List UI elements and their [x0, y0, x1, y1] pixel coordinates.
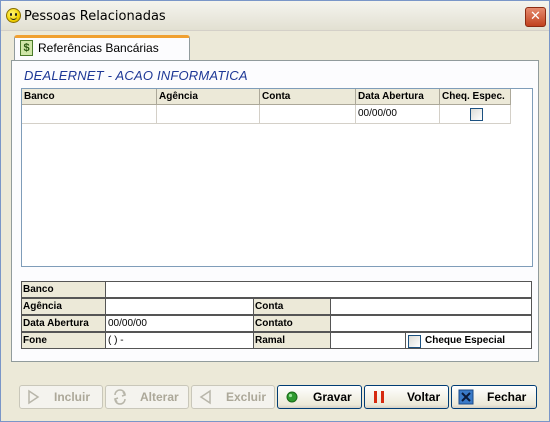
column-header-banco[interactable]: Banco	[22, 89, 157, 105]
close-x-icon	[458, 389, 474, 405]
row-data-contato: Data Abertura 00/00/00 Contato	[21, 315, 532, 332]
tab-label: Referências Bancárias	[38, 41, 159, 55]
agencia-label: Agência	[21, 298, 106, 315]
excluir-button[interactable]: Excluir	[191, 385, 275, 409]
cell-cheq-espec[interactable]	[440, 105, 511, 124]
cheque-especial-box: Cheque Especial	[405, 332, 532, 349]
ramal-label: Ramal	[253, 332, 331, 349]
pause-icon	[374, 391, 384, 403]
smiley-icon	[6, 8, 21, 23]
fone-field[interactable]: ( ) -	[105, 332, 254, 349]
table-row[interactable]: 00/00/00	[22, 105, 511, 124]
cell-banco[interactable]	[22, 105, 157, 124]
data-abertura-label: Data Abertura	[21, 315, 106, 332]
conta-label: Conta	[253, 298, 331, 315]
row-fone-ramal: Fone ( ) - Ramal Cheque Especial	[21, 332, 532, 349]
alterar-label: Alterar	[140, 390, 179, 404]
tab-referencias-bancarias[interactable]: $ Referências Bancárias	[14, 35, 190, 61]
cheque-especial-label: Cheque Especial	[425, 335, 506, 346]
fechar-label: Fechar	[487, 390, 527, 404]
close-button[interactable]: ✕	[525, 7, 546, 27]
tab-panel: DEALERNET - ACAO INFORMATICA Banco Agênc…	[11, 60, 539, 362]
arrow-left-icon	[199, 389, 211, 405]
gravar-label: Gravar	[313, 390, 352, 404]
company-name: DEALERNET - ACAO INFORMATICA	[24, 68, 248, 83]
alterar-button[interactable]: Alterar	[105, 385, 189, 409]
gravar-button[interactable]: Gravar	[277, 385, 362, 409]
column-header-agencia[interactable]: Agência	[157, 89, 260, 105]
dialog-window: Pessoas Relacionadas ✕ $ Referências Ban…	[0, 0, 550, 422]
column-header-data-abertura[interactable]: Data Abertura	[356, 89, 440, 105]
cheque-especial-checkbox[interactable]	[408, 335, 421, 348]
incluir-button[interactable]: Incluir	[19, 385, 103, 409]
data-abertura-field[interactable]: 00/00/00	[105, 315, 254, 332]
cell-conta[interactable]	[260, 105, 356, 124]
grid-header: Banco Agência Conta Data Abertura Cheq. …	[22, 89, 511, 105]
row-agencia-conta: Agência Conta	[21, 298, 532, 315]
cell-agencia[interactable]	[157, 105, 260, 124]
row-banco: Banco	[21, 281, 532, 298]
column-header-cheq-espec[interactable]: Cheq. Espec.	[440, 89, 511, 105]
fechar-button[interactable]: Fechar	[451, 385, 537, 409]
banco-label: Banco	[21, 281, 106, 298]
agencia-field[interactable]	[105, 298, 254, 315]
window-title: Pessoas Relacionadas	[24, 9, 166, 24]
title-bar[interactable]: Pessoas Relacionadas ✕	[1, 1, 549, 31]
bank-references-grid[interactable]: Banco Agência Conta Data Abertura Cheq. …	[21, 88, 533, 267]
conta-field[interactable]	[330, 298, 532, 315]
dollar-icon: $	[20, 40, 33, 56]
green-dot-icon	[286, 391, 298, 403]
banco-field[interactable]	[105, 281, 532, 298]
cheq-espec-checkbox[interactable]	[470, 108, 483, 121]
incluir-label: Incluir	[54, 390, 91, 404]
arrow-right-icon	[28, 389, 40, 405]
voltar-button[interactable]: Voltar	[364, 385, 449, 409]
column-header-conta[interactable]: Conta	[260, 89, 356, 105]
excluir-label: Excluir	[226, 390, 267, 404]
cell-data-abertura[interactable]: 00/00/00	[356, 105, 440, 124]
refresh-icon	[113, 389, 127, 405]
contato-label: Contato	[253, 315, 331, 332]
ramal-field[interactable]	[330, 332, 406, 349]
voltar-label: Voltar	[407, 390, 441, 404]
fone-label: Fone	[21, 332, 106, 349]
contato-field[interactable]	[330, 315, 532, 332]
